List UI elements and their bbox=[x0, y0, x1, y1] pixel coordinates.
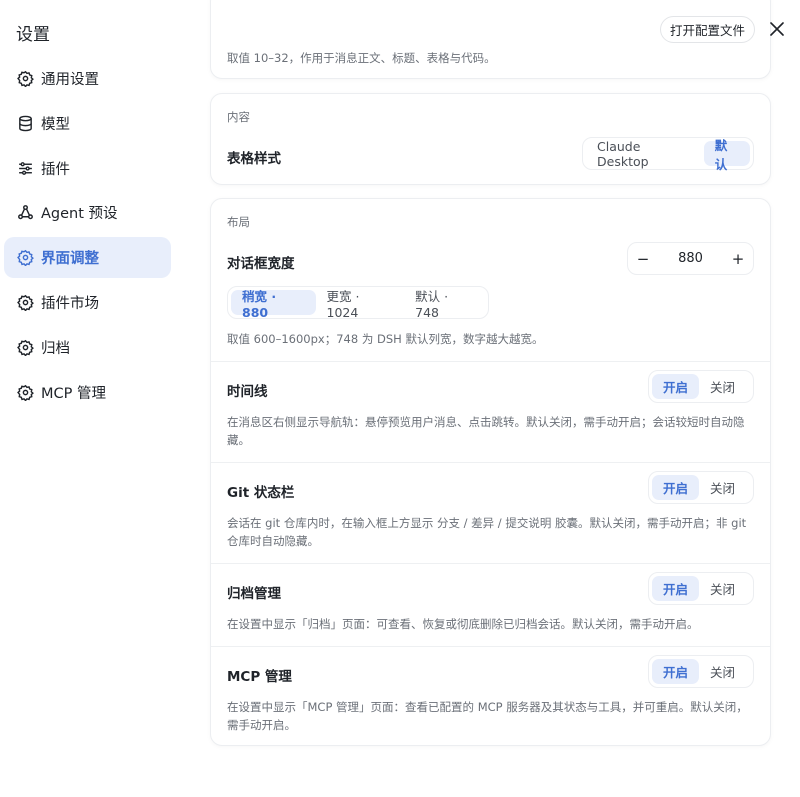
gear-icon bbox=[16, 338, 34, 356]
layout-card: 布局 对话框宽度 − 880 + 稍宽 · 880 更宽 · 1024 默认 ·… bbox=[210, 198, 771, 746]
decrement-button[interactable]: − bbox=[628, 250, 658, 268]
timeline-off[interactable]: 关闭 bbox=[699, 374, 746, 399]
dialog-width-input[interactable]: 880 bbox=[658, 251, 723, 266]
sidebar-item-label: 归档 bbox=[41, 340, 70, 357]
sidebar-item-general[interactable]: 通用设置 bbox=[4, 58, 171, 99]
preset-widest-1024[interactable]: 更宽 · 1024 bbox=[316, 289, 405, 320]
database-icon bbox=[16, 114, 34, 132]
section-label-content: 内容 bbox=[227, 110, 250, 124]
table-style-option-claude[interactable]: Claude Desktop bbox=[586, 139, 704, 169]
git-statusbar-off[interactable]: 关闭 bbox=[699, 475, 746, 500]
git-statusbar-toggle: 开启 关闭 bbox=[648, 471, 754, 504]
dialog-width-hint: 取值 600–1600px；748 为 DSH 默认列宽，数字越大越宽。 bbox=[227, 332, 544, 346]
git-statusbar-on[interactable]: 开启 bbox=[652, 475, 700, 500]
mcp-toggle: 开启 关闭 bbox=[648, 655, 754, 688]
close-button[interactable] bbox=[767, 19, 787, 39]
dialog-width-title: 对话框宽度 bbox=[227, 256, 295, 272]
sidebar-item-label: MCP 管理 bbox=[41, 385, 106, 402]
archive-hint: 在设置中显示「归档」页面：可查看、恢复或彻底删除已归档会话。默认关闭，需手动开启… bbox=[227, 617, 699, 631]
sidebar-item-label: 模型 bbox=[41, 116, 70, 133]
sidebar-item-mcp[interactable]: MCP 管理 bbox=[4, 372, 171, 413]
gear-icon bbox=[16, 293, 34, 311]
archive-on[interactable]: 开启 bbox=[652, 576, 700, 601]
sidebar-item-ui-adjust[interactable]: 界面调整 bbox=[4, 237, 171, 279]
increment-button[interactable]: + bbox=[723, 250, 753, 268]
open-config-button[interactable]: 打开配置文件 bbox=[660, 16, 755, 43]
timeline-hint: 在消息区右侧显示导航轨：悬停预览用户消息、点击跳转。默认关闭，需手动开启；会话较… bbox=[227, 415, 745, 447]
archive-title: 归档管理 bbox=[227, 586, 281, 602]
divider bbox=[211, 646, 770, 647]
table-style-option-default[interactable]: 默认 bbox=[703, 138, 750, 172]
archive-toggle: 开启 关闭 bbox=[648, 572, 754, 605]
divider bbox=[211, 462, 770, 463]
mcp-on[interactable]: 开启 bbox=[652, 659, 700, 684]
dialog-width-presets: 稍宽 · 880 更宽 · 1024 默认 · 748 bbox=[227, 286, 489, 320]
divider bbox=[211, 361, 770, 362]
table-style-title: 表格样式 bbox=[227, 151, 281, 167]
gear-icon bbox=[16, 249, 34, 267]
sidebar: 设置 通用设置 模型 插件 Agent 预设 界面调整 插件市场 归档 MCP … bbox=[0, 0, 190, 797]
dialog-width-stepper: − 880 + bbox=[627, 242, 754, 275]
timeline-title: 时间线 bbox=[227, 384, 268, 400]
preset-wider-880[interactable]: 稍宽 · 880 bbox=[231, 289, 316, 320]
mcp-off[interactable]: 关闭 bbox=[699, 659, 746, 684]
sidebar-item-models[interactable]: 模型 bbox=[4, 103, 171, 144]
agent-icon bbox=[16, 204, 34, 222]
settings-title: 设置 bbox=[16, 25, 50, 45]
sidebar-item-label: 界面调整 bbox=[41, 251, 99, 268]
close-icon bbox=[770, 22, 784, 36]
git-statusbar-hint: 会话在 git 仓库内时，在输入框上方显示 分支 / 差异 / 提交说明 胶囊。… bbox=[227, 516, 747, 548]
divider bbox=[211, 563, 770, 564]
sidebar-item-label: 通用设置 bbox=[41, 72, 99, 88]
sidebar-item-archive[interactable]: 归档 bbox=[4, 327, 171, 368]
sidebar-item-plugins[interactable]: 插件 bbox=[4, 148, 171, 189]
archive-off[interactable]: 关闭 bbox=[699, 576, 746, 601]
mcp-hint: 在设置中显示「MCP 管理」页面：查看已配置的 MCP 服务器及其状态与工具，并… bbox=[227, 700, 748, 732]
section-label-layout: 布局 bbox=[227, 215, 250, 229]
sliders-icon bbox=[16, 159, 34, 177]
git-statusbar-title: Git 状态栏 bbox=[227, 485, 295, 501]
preset-default-748[interactable]: 默认 · 748 bbox=[404, 289, 485, 320]
sidebar-item-label: 插件市场 bbox=[41, 295, 99, 312]
mcp-title: MCP 管理 bbox=[227, 669, 292, 685]
font-size-hint: 取值 10–32，作用于消息正文、标题、表格与代码。 bbox=[227, 51, 496, 65]
sidebar-item-plugin-market[interactable]: 插件市场 bbox=[4, 282, 171, 323]
gear-icon bbox=[16, 70, 34, 88]
sidebar-item-label: 插件 bbox=[41, 161, 70, 178]
table-style-selector: Claude Desktop 默认 bbox=[582, 137, 754, 172]
timeline-toggle: 开启 关闭 bbox=[648, 370, 754, 403]
sidebar-item-label: Agent 预设 bbox=[41, 206, 118, 223]
sidebar-item-agent-presets[interactable]: Agent 预设 bbox=[4, 192, 171, 233]
sidebar-nav: 通用设置 模型 插件 Agent 预设 界面调整 插件市场 归档 MCP 管理 bbox=[4, 58, 171, 416]
content-card: 内容 表格样式 Claude Desktop 默认 bbox=[210, 93, 771, 185]
timeline-on[interactable]: 开启 bbox=[652, 374, 700, 399]
gear-icon bbox=[16, 383, 34, 401]
